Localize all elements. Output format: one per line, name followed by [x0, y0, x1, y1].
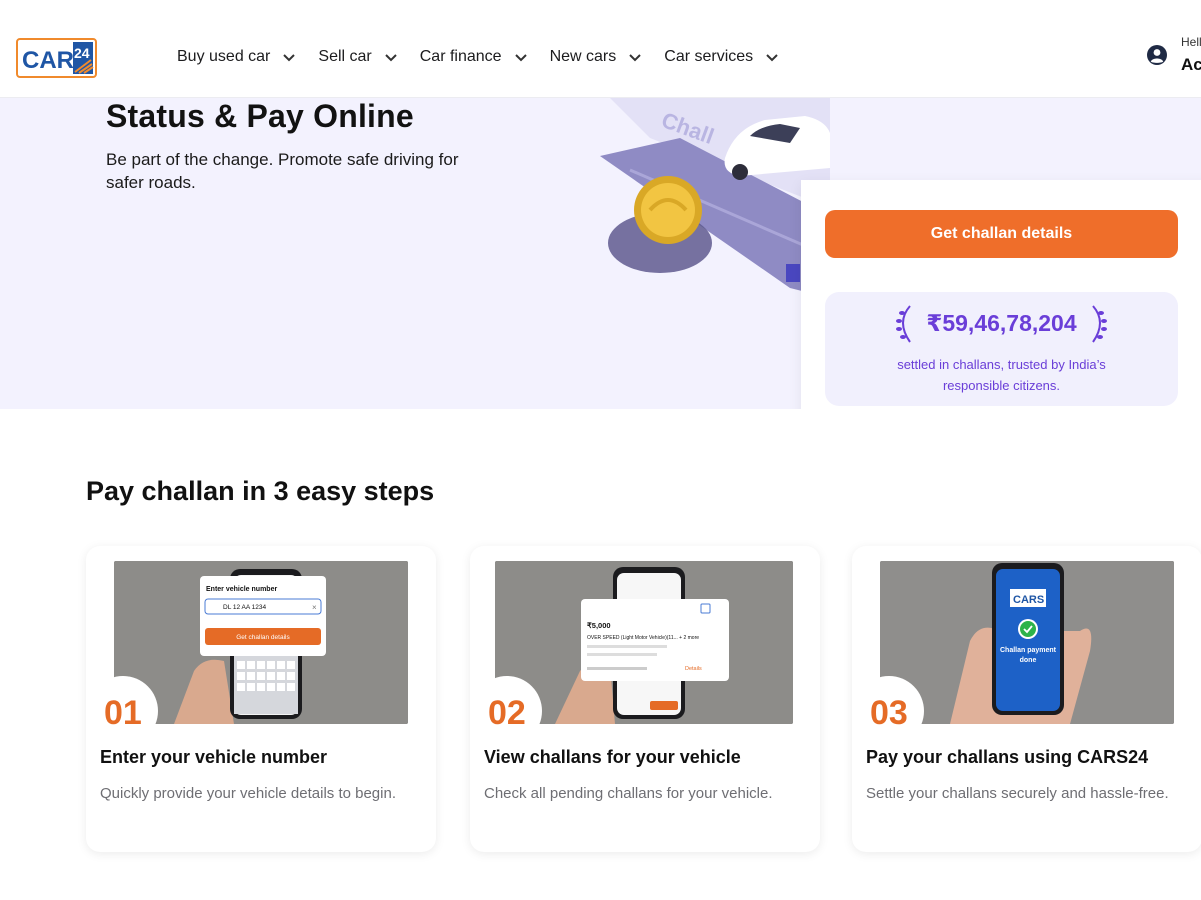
step-card-1: Enter vehicle number DL 12 AA 1234 × Get…	[86, 546, 436, 852]
step-3-image: CARS Challan payment done	[880, 561, 1174, 724]
step-number: 02	[488, 694, 526, 732]
main-nav: Buy used car Sell car Car finance New ca…	[177, 48, 801, 66]
mock-details-link: Details	[685, 666, 702, 672]
settled-description: settled in challans, trusted by India’s …	[897, 357, 1106, 393]
chevron-down-icon	[514, 54, 527, 62]
mock-challan-amount: ₹5,000	[587, 621, 611, 630]
steps-heading: Pay challan in 3 easy steps	[86, 476, 435, 506]
mock-offence: OVER SPEED (Light Motor Vehicle)(11... +…	[587, 635, 699, 641]
step-1-image: Enter vehicle number DL 12 AA 1234 × Get…	[114, 561, 408, 724]
nav-label: New cars	[549, 48, 617, 65]
nav-new-cars[interactable]: New cars	[550, 48, 643, 66]
nav-label: Car services	[664, 48, 754, 65]
logo-number: 24	[74, 45, 90, 61]
user-icon	[1147, 44, 1167, 65]
account-label: Ac	[1181, 55, 1201, 74]
get-challan-details-button[interactable]: Get challan details	[825, 210, 1178, 258]
step-number: 03	[870, 694, 908, 732]
svg-text:×: ×	[312, 603, 317, 612]
mock-payment-status: Challan payment done	[999, 647, 1056, 664]
chevron-down-icon	[629, 54, 641, 62]
step-title: View challans for your vehicle	[484, 747, 741, 767]
hero-section: Status & Pay Online Be part of the chang…	[0, 98, 1201, 409]
step-description: Settle your challans securely and hassle…	[866, 785, 1169, 802]
nav-car-services[interactable]: Car services	[664, 48, 779, 66]
chevron-down-icon	[283, 54, 296, 62]
cars24-logo[interactable]: CARS 24	[16, 38, 97, 78]
laurel-right-icon	[1092, 305, 1107, 343]
nav-sell-car[interactable]: Sell car	[318, 48, 397, 66]
step-description: Quickly provide your vehicle details to …	[100, 785, 396, 802]
mock-field-label: Enter vehicle number	[206, 586, 277, 593]
step-number: 01	[104, 694, 142, 732]
nav-label: Sell car	[318, 48, 372, 65]
mock-logo-text: CARS	[1013, 594, 1044, 606]
nav-label: Buy used car	[177, 48, 271, 65]
greeting-text: Hell	[1181, 35, 1201, 49]
step-title: Enter your vehicle number	[100, 747, 328, 767]
chevron-down-icon	[385, 54, 397, 62]
settled-amount-box: ₹59,46,78,204 settled in challans, trust…	[825, 292, 1178, 406]
top-header: CARS 24 Buy used car Sell car Car financ…	[0, 0, 1201, 98]
mock-field-value: DL 12 AA 1234	[223, 604, 267, 611]
chevron-down-icon	[766, 54, 778, 62]
account-menu[interactable]: Hell Ac	[1146, 36, 1201, 73]
step-title: Pay your challans using CARS24	[866, 747, 1149, 767]
nav-buy-used-car[interactable]: Buy used car	[177, 48, 296, 66]
step-description: Check all pending challans for your vehi…	[484, 785, 773, 802]
step-card-3: CARS Challan payment done 03 Pay your ch…	[852, 546, 1201, 852]
nav-label: Car finance	[419, 48, 502, 65]
challan-illustration: Chall	[600, 98, 830, 298]
step-card-2: ₹5,000 OVER SPEED (Light Motor Vehicle)(…	[470, 546, 820, 852]
nav-car-finance[interactable]: Car finance	[420, 48, 528, 66]
settled-amount: ₹59,46,78,204	[926, 310, 1077, 336]
hero-title: Status & Pay Online	[106, 98, 414, 134]
hero-subtitle: Be part of the change. Promote safe driv…	[106, 150, 459, 192]
mock-button-label: Get challan details	[236, 634, 290, 641]
